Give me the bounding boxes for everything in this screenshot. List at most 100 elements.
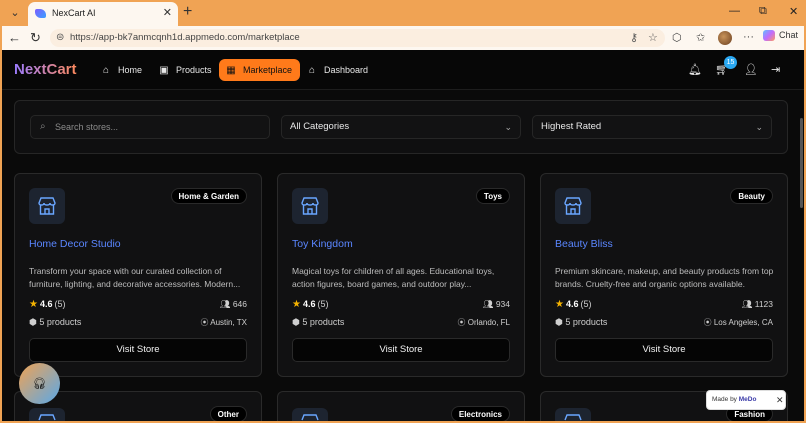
category-badge: Electronics	[450, 406, 510, 421]
store-location-value: Orlando, FL	[467, 318, 510, 327]
chevron-down-icon: ⌄	[504, 122, 512, 132]
minimize-button[interactable]: —	[729, 5, 740, 17]
storefront-icon	[292, 188, 328, 224]
nav-marketplace-label: Marketplace	[243, 65, 293, 75]
star-icon: ★	[292, 299, 301, 310]
follower-count: 👥︎ 646	[220, 299, 247, 310]
users-icon: 👥︎	[219, 299, 233, 309]
nav-marketplace[interactable]: ▦ Marketplace	[219, 59, 301, 81]
storefront-icon	[29, 408, 65, 421]
medo-logo: MeDo	[738, 396, 757, 403]
user-icon[interactable]: 👤︎	[744, 63, 758, 76]
product-count-value: 5 products	[565, 317, 608, 327]
restore-button[interactable]: ⧉	[759, 5, 767, 18]
star-icon: ★	[29, 299, 38, 310]
store-location: ⦿ Austin, TX	[200, 317, 247, 328]
category-badge: Other	[209, 406, 247, 421]
box-icon: ⬢	[292, 317, 303, 327]
site-info-icon[interactable]: ⊜	[56, 32, 64, 43]
close-icon[interactable]: ✕	[776, 391, 784, 409]
store-name[interactable]: Beauty Bliss	[555, 238, 613, 250]
store-location-value: Austin, TX	[210, 318, 247, 327]
support-chat-button[interactable]: 🎧︎	[19, 363, 60, 404]
nav-products[interactable]: ▣ Products	[152, 59, 220, 81]
map-pin-icon: ⦿	[200, 318, 211, 327]
app-navbar: NextCart ⌂ Home ▣ Products ▦ Marketplace ⌂ D…	[2, 50, 804, 90]
back-arrow-icon[interactable]: ←	[8, 30, 21, 46]
map-pin-icon: ⦿	[457, 318, 468, 327]
favorites-icon[interactable]: ✩	[696, 31, 705, 44]
category-select-value: All Categories	[290, 121, 350, 132]
tab-close-icon[interactable]: ✕	[163, 6, 172, 19]
app-page: NextCart ⌂ Home ▣ Products ▦ Marketplace ⌂ D…	[2, 50, 804, 421]
profile-avatar[interactable]	[718, 31, 732, 45]
browser-tab[interactable]: NexCart AI ✕	[28, 2, 178, 26]
store-rating: ★ 4.6 (5)	[292, 299, 328, 310]
store-description: Transform your space with our curated co…	[29, 266, 241, 289]
store-location: ⦿ Los Angeles, CA	[704, 317, 773, 328]
url-text: https://app-bk7anmcqnh1d.appmedo.com/mar…	[70, 32, 300, 43]
made-by-badge[interactable]: Made by MeDo ✕	[706, 390, 786, 410]
tab-list-dropdown[interactable]: ⌄	[7, 4, 23, 22]
visit-store-button[interactable]: Visit Store	[29, 338, 247, 362]
copilot-icon	[763, 30, 775, 42]
storefront-icon	[555, 188, 591, 224]
tab-favicon-icon	[35, 9, 46, 18]
logout-icon[interactable]: ⇥	[771, 63, 780, 76]
map-pin-icon: ⦿	[703, 318, 714, 327]
refresh-icon[interactable]: ↻	[30, 30, 41, 46]
search-input[interactable]	[55, 119, 265, 135]
box-icon: ⬢	[29, 317, 40, 327]
nav-products-label: Products	[176, 65, 212, 75]
store-location: ⦿ Orlando, FL	[458, 317, 510, 328]
key-icon[interactable]: ⚷	[630, 31, 638, 44]
category-badge: Toys	[475, 188, 510, 204]
users-icon: 👥︎	[482, 299, 496, 309]
copilot-chat-button[interactable]: Chat	[763, 30, 799, 42]
product-count: ⬢ 5 products	[555, 317, 607, 328]
chat-label: Chat	[779, 30, 799, 40]
bell-icon[interactable]: 🔔︎	[688, 63, 702, 76]
follower-count-value: 646	[232, 299, 247, 309]
visit-store-button[interactable]: Visit Store	[555, 338, 773, 362]
url-field[interactable]: ⊜ https://app-bk7anmcqnh1d.appmedo.com/m…	[50, 29, 665, 47]
nav-dashboard[interactable]: ⌂ Dashboard	[300, 59, 376, 81]
storefront-icon	[292, 408, 328, 421]
store-rating: ★ 4.6 (5)	[29, 299, 65, 310]
review-count: (5)	[54, 299, 66, 309]
category-select[interactable]: All Categories ⌄	[281, 115, 521, 139]
made-by-prefix: Made by	[712, 396, 737, 403]
follower-count: 👥︎ 1123	[742, 299, 773, 310]
category-badge: Beauty	[730, 188, 773, 204]
new-tab-button[interactable]: +	[183, 3, 192, 21]
browser-window: ⌄ NexCart AI ✕ + — ⧉ ✕ ← ↻ ⊜ https://app…	[0, 0, 806, 423]
search-box[interactable]: ⌕	[30, 115, 270, 139]
rating-value: 4.6	[302, 299, 316, 309]
extensions-icon[interactable]: ⬡	[672, 31, 682, 44]
storefront-icon	[29, 188, 65, 224]
tab-title: NexCart AI	[52, 8, 96, 18]
rating-value: 4.6	[565, 299, 579, 309]
review-count: (5)	[580, 299, 592, 309]
store-description: Magical toys for children of all ages. E…	[292, 266, 495, 289]
nav-home[interactable]: ⌂ Home	[94, 59, 150, 81]
more-menu-icon[interactable]: ···	[743, 31, 754, 43]
sort-select[interactable]: Highest Rated ⌄	[532, 115, 772, 139]
store-name[interactable]: Home Decor Studio	[29, 238, 121, 250]
product-count-value: 5 products	[302, 317, 345, 327]
cart-count-badge: 15	[724, 56, 737, 69]
product-count: ⬢ 5 products	[292, 317, 344, 328]
category-badge: Home & Garden	[170, 188, 247, 204]
search-icon: ⌕	[40, 121, 46, 132]
nav-home-label: Home	[118, 65, 143, 75]
nextcart-logo[interactable]: NextCart	[14, 61, 77, 78]
page-scrollbar[interactable]	[800, 118, 803, 208]
address-bar-row: ← ↻ ⊜ https://app-bk7anmcqnh1d.appmedo.c…	[2, 26, 804, 50]
favorite-star-icon[interactable]: ☆	[648, 31, 658, 44]
visit-store-button[interactable]: Visit Store	[292, 338, 510, 362]
store-card: Home & Garden Home Decor Studio Transfor…	[14, 173, 262, 377]
window-close-button[interactable]: ✕	[789, 5, 798, 18]
nav-dashboard-label: Dashboard	[324, 65, 369, 75]
store-name[interactable]: Toy Kingdom	[292, 238, 353, 250]
box-icon: ⬢	[555, 317, 566, 327]
